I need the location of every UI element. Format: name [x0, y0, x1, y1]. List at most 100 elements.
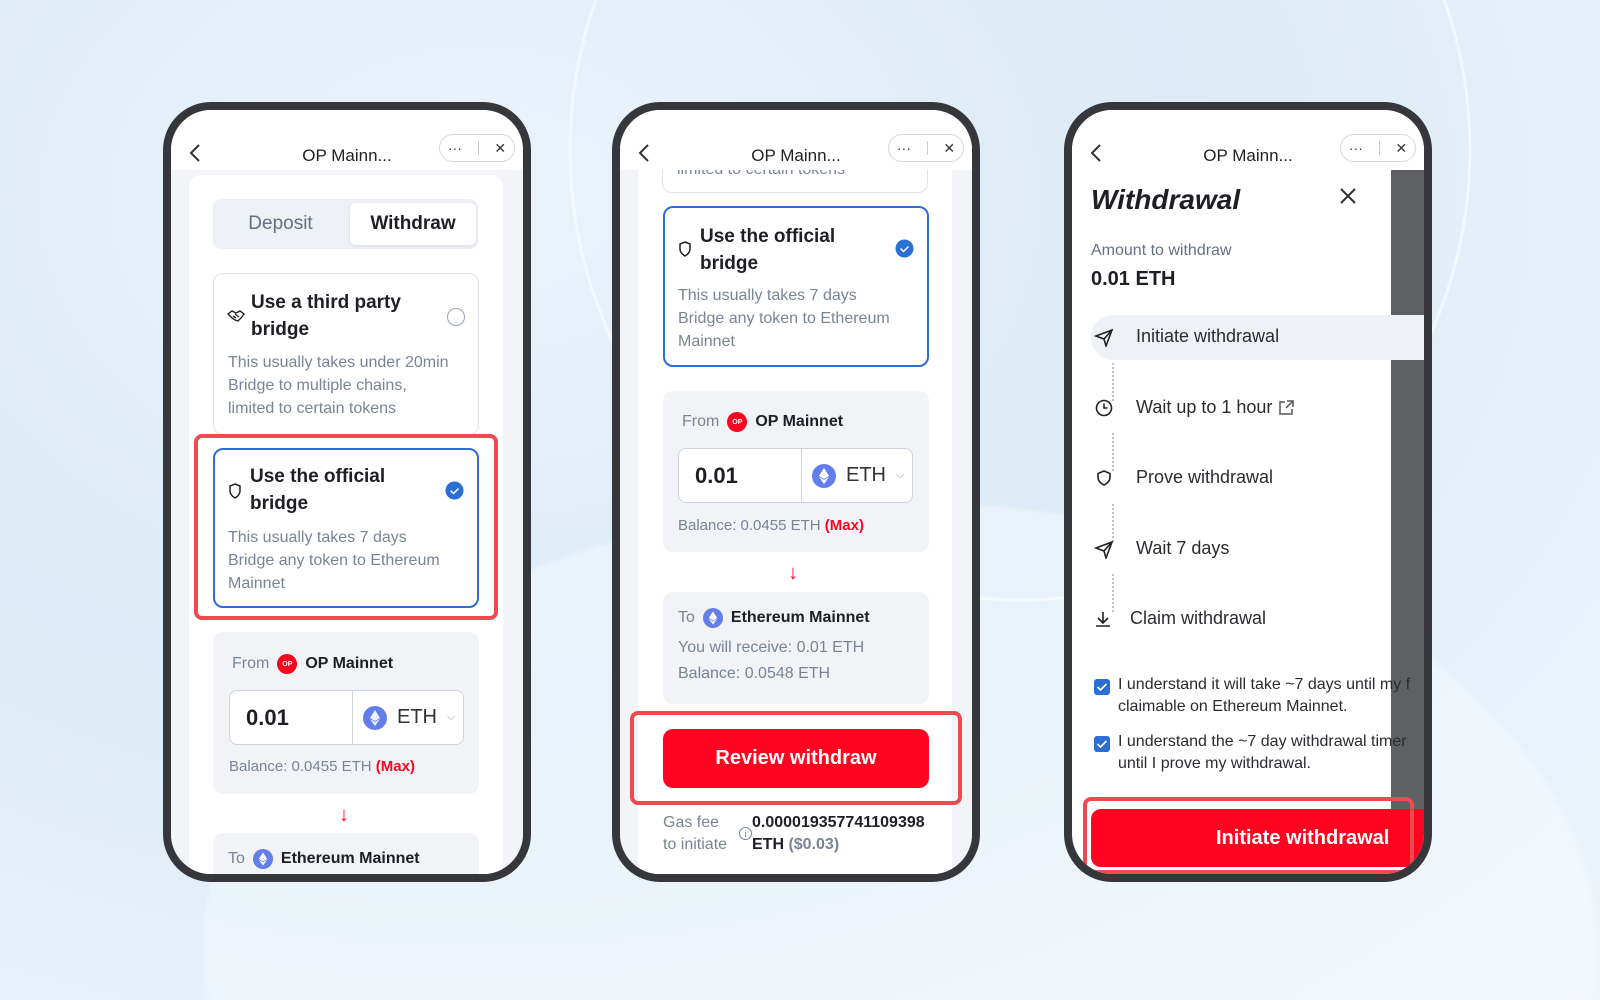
- amount-input-group: 0.01 ETH ⌵: [229, 690, 464, 745]
- checkbox-label: I understand it will take ~7 days until …: [1118, 676, 1411, 715]
- eth-logo-icon: [363, 705, 387, 730]
- gas-fee-value: 0.000019357741109398 ETH ($0.03): [752, 814, 925, 853]
- step-connector: [1112, 574, 1114, 612]
- to-balance-text: Balance: 0.0548 ETH: [678, 665, 831, 682]
- window-controls: ··· ✕: [1340, 134, 1416, 162]
- from-network: OP Mainnet: [755, 413, 844, 430]
- from-label: From: [232, 655, 270, 672]
- amount-label: Amount to withdraw: [1091, 242, 1232, 259]
- close-button[interactable]: ✕: [943, 140, 955, 157]
- app-header: OP Mainn... ··· ✕: [620, 110, 972, 170]
- step-wait-hour: Wait up to 1 hour: [1094, 397, 1295, 418]
- option-title: Use the official: [700, 226, 836, 247]
- amount-input[interactable]: 0.01: [230, 691, 353, 744]
- step-claim: Claim withdrawal: [1094, 608, 1266, 629]
- third-party-bridge-option[interactable]: Use a third party bridge This usually ta…: [213, 273, 479, 435]
- to-label: To: [228, 850, 245, 867]
- modal-overlay: [1391, 169, 1424, 819]
- token-select[interactable]: ETH ⌵: [353, 691, 463, 744]
- token-label: ETH: [846, 464, 886, 486]
- close-icon[interactable]: [1339, 187, 1357, 205]
- send-icon: [1094, 540, 1114, 559]
- eth-logo-icon: [812, 463, 836, 488]
- option-title: bridge: [700, 253, 759, 274]
- download-icon: [1096, 611, 1110, 627]
- receive-text: You will receive: 0.01 ETH: [678, 639, 865, 656]
- gas-fee-label: Gas fee to initiate: [663, 814, 728, 853]
- amount-value: 0.01 ETH: [1091, 268, 1176, 290]
- arrow-down-icon: ↓: [339, 804, 349, 826]
- from-network: OP Mainnet: [305, 655, 394, 672]
- step-connector: [1112, 504, 1114, 542]
- to-network: Ethereum Mainnet: [280, 850, 420, 867]
- to-network: Ethereum Mainnet: [730, 609, 870, 626]
- op-logo-icon: OP: [277, 654, 298, 674]
- option-desc: limited to certain tokens: [228, 400, 397, 417]
- option-title: Use a third party: [251, 292, 401, 313]
- window-controls: ··· ✕: [888, 134, 964, 162]
- chevron-down-icon: ⌵: [447, 711, 456, 723]
- step-connector: [1112, 363, 1114, 401]
- max-button[interactable]: (Max): [376, 758, 415, 775]
- option-title: bridge: [251, 319, 310, 340]
- app-header: OP Mainn... ··· ✕: [1072, 110, 1424, 170]
- token-label: ETH: [397, 706, 437, 728]
- step-connector: [1112, 433, 1114, 471]
- option-desc: This usually takes 7 days: [678, 287, 857, 304]
- clock-icon: [1095, 399, 1113, 416]
- official-bridge-option[interactable]: Use the official bridge This usually tak…: [663, 206, 929, 367]
- shield-icon: [679, 241, 691, 257]
- eth-logo-icon: [702, 608, 723, 628]
- send-icon: [1094, 328, 1114, 347]
- phone-1: OP Mainn... ··· ✕ Deposit Withdraw Use a …: [163, 102, 531, 882]
- from-section: From OP OP Mainnet 0.01 ETH ⌵ Balance: 0…: [663, 391, 929, 552]
- option-desc: Mainnet: [678, 333, 735, 350]
- handshake-icon: [227, 310, 245, 322]
- more-button[interactable]: ···: [448, 140, 462, 156]
- balance-text: Balance: 0.0455 ETH (Max): [229, 758, 415, 775]
- window-controls: ··· ✕: [439, 134, 515, 162]
- more-button[interactable]: ···: [897, 140, 911, 156]
- amount-input[interactable]: 0.01: [679, 449, 802, 502]
- chevron-down-icon: ⌵: [896, 469, 905, 481]
- option-desc: Bridge any token to Ethereum: [678, 310, 890, 327]
- from-label: From: [682, 413, 720, 430]
- check-circle-icon[interactable]: [895, 239, 914, 258]
- shield-icon: [1097, 469, 1111, 486]
- balance-text: Balance: 0.0455 ETH (Max): [678, 517, 864, 534]
- op-logo-icon: OP: [727, 412, 748, 432]
- eth-logo-icon: [252, 849, 273, 869]
- checkbox-checked[interactable]: [1094, 736, 1110, 752]
- highlight-box: [1083, 797, 1414, 874]
- checkbox-label: I understand the ~7 day withdrawal timer…: [1118, 733, 1407, 772]
- from-section: From OP OP Mainnet 0.01 ETH ⌵ Balance: 0…: [213, 632, 479, 794]
- tab-deposit[interactable]: Deposit: [213, 199, 348, 249]
- max-button[interactable]: (Max): [825, 517, 864, 534]
- to-label: To: [678, 609, 695, 626]
- checkbox-checked[interactable]: [1094, 679, 1110, 695]
- step-wait-days: Wait 7 days: [1094, 538, 1229, 559]
- step-initiate: Initiate withdrawal: [1094, 326, 1279, 347]
- token-select[interactable]: ETH ⌵: [802, 449, 912, 502]
- highlight-box: [194, 434, 498, 620]
- option-desc: Bridge to multiple chains,: [228, 377, 407, 394]
- tab-bar: Deposit Withdraw: [213, 199, 478, 249]
- amount-input-group: 0.01 ETH ⌵: [678, 448, 913, 503]
- phone-3: OP Mainn... ··· ✕ Withdrawal Amount to wi…: [1064, 102, 1432, 882]
- close-button[interactable]: ✕: [494, 140, 506, 157]
- external-link-icon[interactable]: [1278, 399, 1295, 416]
- close-button[interactable]: ✕: [1395, 140, 1407, 157]
- app-header: OP Mainn... ··· ✕: [171, 110, 523, 170]
- step-prove: Prove withdrawal: [1094, 467, 1273, 488]
- to-section: To Ethereum Mainnet: [213, 833, 479, 874]
- modal-title: Withdrawal: [1091, 184, 1241, 215]
- more-button[interactable]: ···: [1349, 140, 1363, 156]
- arrow-down-icon: ↓: [788, 562, 798, 584]
- to-section: To Ethereum Mainnet You will receive: 0.…: [663, 592, 929, 704]
- radio-unselected[interactable]: [447, 308, 465, 326]
- tab-withdraw[interactable]: Withdraw: [350, 203, 476, 245]
- option-desc: This usually takes under 20min: [228, 354, 449, 371]
- stage: OP Mainn... ··· ✕ Deposit Withdraw Use a …: [0, 0, 1600, 1000]
- phone-2: limited to certain tokens OP Mainn... ··…: [612, 102, 980, 882]
- info-icon[interactable]: i: [739, 827, 752, 840]
